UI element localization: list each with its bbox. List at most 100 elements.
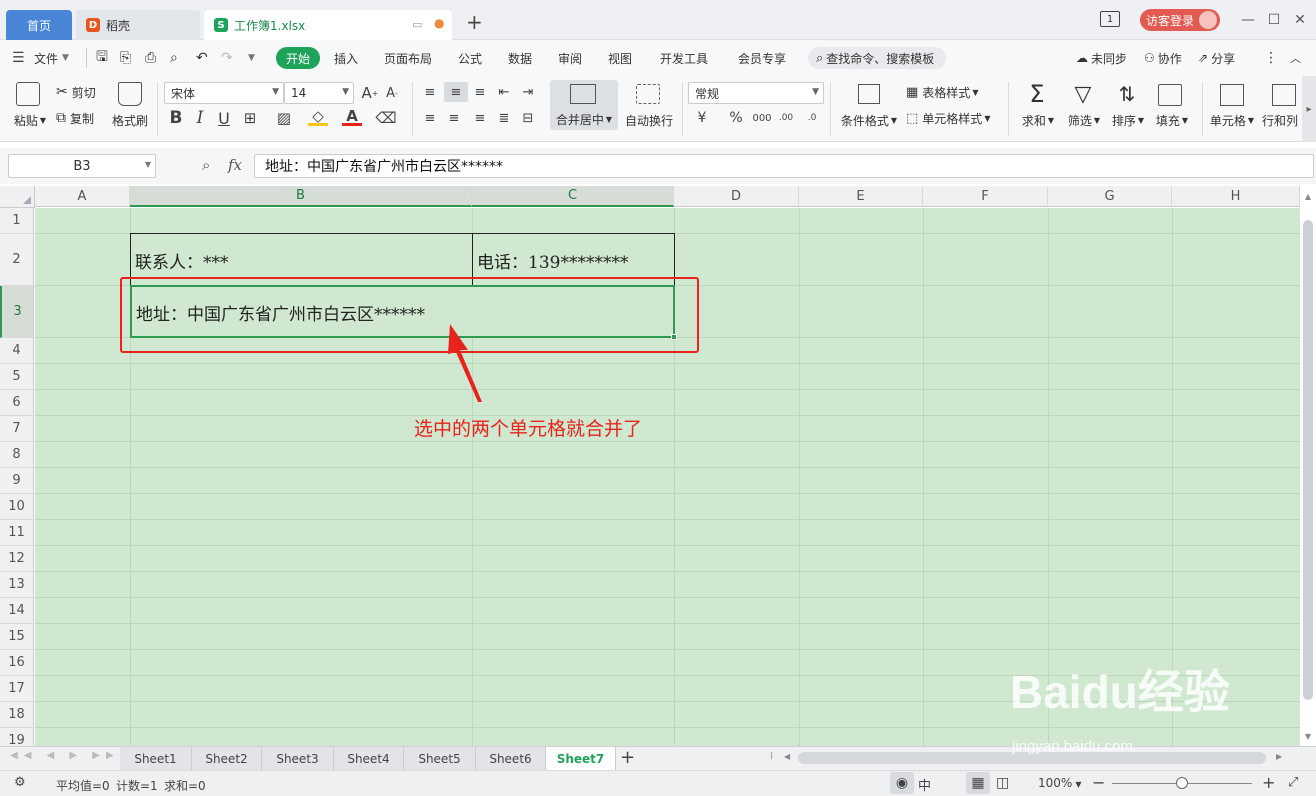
minimize-button[interactable]: — bbox=[1236, 8, 1260, 32]
align-bottom-icon[interactable]: ≡ bbox=[470, 82, 490, 102]
format-painter-button[interactable]: 格式刷 bbox=[108, 112, 152, 128]
scroll-right-icon[interactable]: ▶ bbox=[1276, 752, 1282, 761]
menu-page-layout[interactable]: 页面布局 bbox=[384, 40, 432, 76]
scroll-down-icon[interactable]: ▼ bbox=[1302, 730, 1314, 742]
row-header-17[interactable]: 17 bbox=[0, 676, 34, 702]
align-top-icon[interactable]: ≡ bbox=[420, 82, 440, 102]
redo-icon[interactable]: ↷ bbox=[221, 40, 233, 76]
italic-button[interactable]: I bbox=[190, 108, 210, 128]
new-tab-button[interactable]: + bbox=[466, 10, 483, 34]
vertical-scroll-thumb[interactable] bbox=[1303, 220, 1313, 700]
column-header-a[interactable]: A bbox=[35, 186, 130, 207]
cut-button[interactable]: ✂ 剪切 bbox=[56, 82, 96, 102]
filter-icon[interactable]: ▽ bbox=[1070, 80, 1096, 108]
table-style-button[interactable]: ▦ 表格样式 ▼ bbox=[906, 82, 978, 102]
row-header-2[interactable]: 2 bbox=[0, 234, 34, 286]
conditional-format-icon[interactable] bbox=[858, 84, 880, 104]
hamburger-icon[interactable]: ☰ bbox=[12, 40, 25, 76]
menu-formula[interactable]: 公式 bbox=[458, 40, 482, 76]
export-pdf-icon[interactable]: ⎘ bbox=[120, 40, 131, 76]
sum-button[interactable]: 求和 ▼ bbox=[1016, 112, 1060, 128]
menu-review[interactable]: 审阅 bbox=[558, 40, 582, 76]
sheet-nav-icon[interactable]: ◀◀ ◀ ▶ ▶▶ bbox=[10, 750, 120, 761]
zoom-level[interactable]: 100% ▼ bbox=[1038, 776, 1081, 790]
tab-daoke[interactable]: D 稻壳 bbox=[76, 10, 200, 40]
sheet-tab-1[interactable]: Sheet1 bbox=[120, 747, 192, 770]
distribute-icon[interactable]: ⊟ bbox=[518, 108, 538, 128]
cell-style-button[interactable]: ⬚ 单元格样式 ▼ bbox=[906, 108, 990, 128]
input-method-icon[interactable]: 中 bbox=[918, 775, 931, 794]
sum-icon[interactable]: Σ bbox=[1024, 80, 1050, 108]
row-header-5[interactable]: 5 bbox=[0, 364, 34, 390]
row-header-10[interactable]: 10 bbox=[0, 494, 34, 520]
fill-color-icon[interactable]: ◇ bbox=[308, 107, 328, 126]
display-icon[interactable]: ▭ bbox=[412, 18, 422, 31]
sheet-tab-7[interactable]: Sheet7 bbox=[546, 747, 616, 770]
tab-home[interactable]: 首页 bbox=[6, 10, 72, 40]
currency-icon[interactable]: ¥ bbox=[692, 108, 712, 128]
font-size-select[interactable]: 14 ▼ bbox=[284, 82, 354, 104]
scroll-left-icon[interactable]: ◀ bbox=[784, 752, 790, 761]
sort-icon[interactable]: ⇅ bbox=[1114, 80, 1140, 108]
normal-view-icon[interactable]: ▦ bbox=[966, 772, 990, 794]
column-header-g[interactable]: G bbox=[1048, 186, 1172, 207]
add-sheet-button[interactable]: + bbox=[620, 747, 635, 768]
bold-button[interactable]: B bbox=[166, 108, 186, 128]
eraser-icon[interactable]: ⌫ bbox=[375, 108, 396, 128]
row-header-18[interactable]: 18 bbox=[0, 702, 34, 728]
column-header-b[interactable]: B bbox=[130, 186, 472, 207]
name-box[interactable]: B3 ▼ bbox=[8, 154, 156, 178]
format-painter-icon[interactable] bbox=[118, 82, 142, 106]
scroll-up-icon[interactable]: ▲ bbox=[1302, 190, 1314, 202]
row-header-19[interactable]: 19 bbox=[0, 728, 34, 746]
column-header-h[interactable]: H bbox=[1172, 186, 1300, 207]
tab-workbook[interactable]: S 工作簿1.xlsx ▭ ● bbox=[204, 10, 452, 40]
close-button[interactable]: ✕ bbox=[1288, 8, 1312, 32]
decrease-font-icon[interactable]: A- bbox=[382, 83, 402, 103]
sync-button[interactable]: ☁ 未同步 bbox=[1076, 40, 1127, 76]
rowcol-icon[interactable] bbox=[1272, 84, 1296, 106]
fill-button[interactable]: 填充 ▼ bbox=[1150, 112, 1194, 128]
print-icon[interactable]: ⎙ bbox=[145, 40, 156, 76]
print-preview-icon[interactable]: ⌕ bbox=[170, 40, 178, 76]
row-header-13[interactable]: 13 bbox=[0, 572, 34, 598]
sheet-tab-2[interactable]: Sheet2 bbox=[192, 747, 262, 770]
row-header-1[interactable]: 1 bbox=[0, 208, 34, 234]
sort-button[interactable]: 排序 ▼ bbox=[1106, 112, 1150, 128]
row-header-7[interactable]: 7 bbox=[0, 416, 34, 442]
undo-icon[interactable]: ↶ bbox=[196, 40, 208, 76]
merge-center-button[interactable]: 合并居中 ▼ bbox=[550, 80, 618, 130]
align-left-icon[interactable]: ≡ bbox=[420, 108, 440, 128]
sheet-tab-3[interactable]: Sheet3 bbox=[262, 747, 334, 770]
percent-icon[interactable]: % bbox=[726, 108, 746, 128]
cell-icon[interactable] bbox=[1220, 84, 1244, 106]
share-button[interactable]: ⇗ 分享 bbox=[1198, 40, 1235, 76]
shape-fill-icon[interactable]: ▨ bbox=[274, 108, 294, 128]
justify-icon[interactable]: ≣ bbox=[494, 108, 514, 128]
decrease-indent-icon[interactable]: ⇤ bbox=[494, 82, 514, 102]
zoom-out-button[interactable]: − bbox=[1092, 773, 1105, 792]
ribbon-scroll-right-icon[interactable]: ▸ bbox=[1302, 76, 1316, 142]
menu-file[interactable]: 文件 ▼ bbox=[34, 40, 69, 76]
column-header-f[interactable]: F bbox=[923, 186, 1048, 207]
menu-data[interactable]: 数据 bbox=[508, 40, 532, 76]
fullscreen-icon[interactable]: ⤢ bbox=[1288, 775, 1298, 790]
macro-icon[interactable]: ⚙ bbox=[14, 775, 26, 790]
maximize-button[interactable]: ☐ bbox=[1262, 8, 1286, 32]
row-header-16[interactable]: 16 bbox=[0, 650, 34, 676]
row-header-3[interactable]: 3 bbox=[0, 286, 34, 338]
zoom-slider-handle[interactable] bbox=[1176, 777, 1188, 789]
page-view-icon[interactable]: ◫ bbox=[996, 775, 1009, 791]
column-header-d[interactable]: D bbox=[674, 186, 799, 207]
sheet-tab-4[interactable]: Sheet4 bbox=[334, 747, 404, 770]
sheet-tab-5[interactable]: Sheet5 bbox=[404, 747, 476, 770]
row-header-6[interactable]: 6 bbox=[0, 390, 34, 416]
menu-member[interactable]: 会员专享 bbox=[738, 40, 786, 76]
row-header-9[interactable]: 9 bbox=[0, 468, 34, 494]
command-search[interactable]: ⌕ 查找命令、搜索模板 bbox=[808, 47, 946, 69]
more-icon[interactable]: ⋮ bbox=[1264, 40, 1278, 76]
increase-decimal-icon[interactable]: .00 bbox=[776, 108, 796, 128]
formula-input[interactable]: 地址：中国广东省广州市白云区****** bbox=[254, 154, 1314, 178]
paste-icon[interactable] bbox=[16, 82, 40, 106]
thousands-icon[interactable]: 000 bbox=[752, 108, 772, 128]
